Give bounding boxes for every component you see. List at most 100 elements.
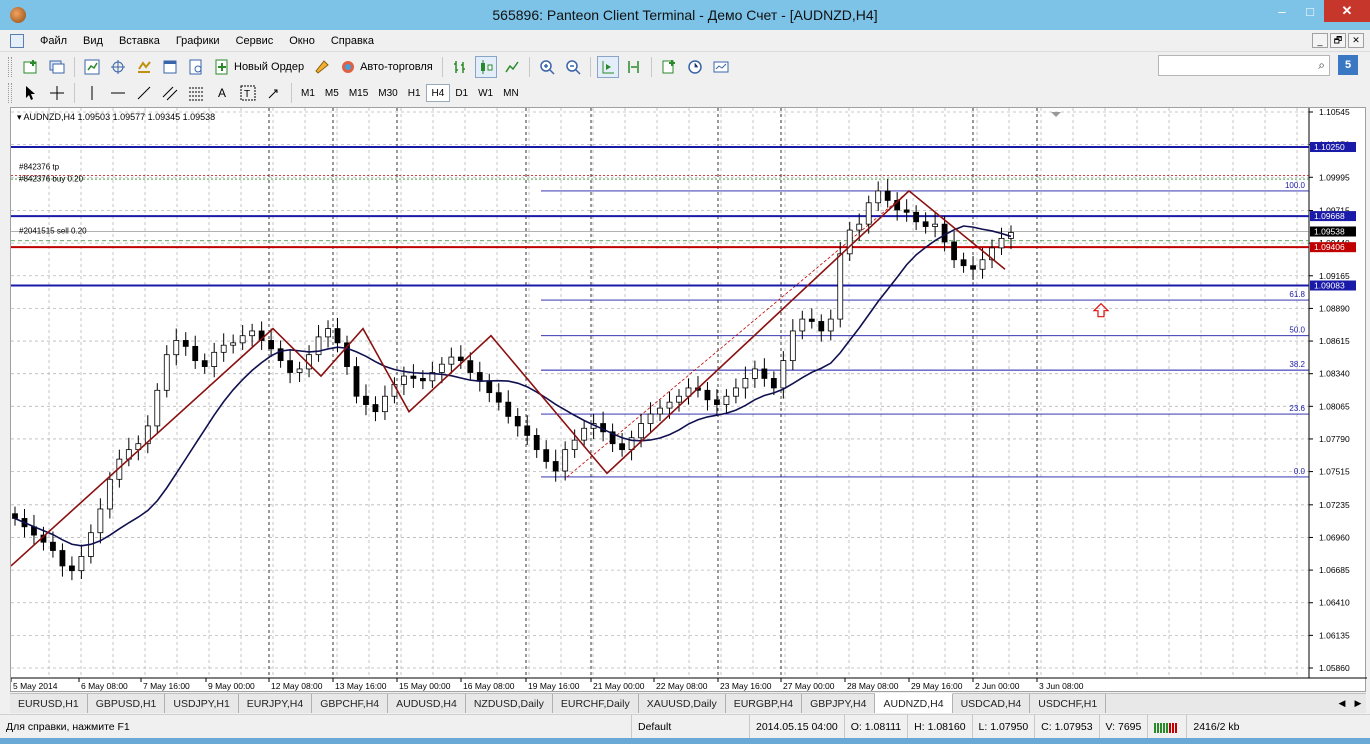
maximize-button[interactable]: □ [1296, 0, 1324, 22]
chart-window[interactable]: 1.105451.102701.099951.097151.094401.091… [10, 107, 1367, 693]
toolbar-grip[interactable] [8, 56, 12, 77]
menu-file[interactable]: Файл [32, 35, 75, 47]
chart-shift-icon[interactable] [623, 56, 645, 78]
search-icon[interactable]: ⌕ [1318, 58, 1325, 73]
minimize-button[interactable]: – [1268, 0, 1296, 22]
strategy-tester-icon[interactable] [185, 56, 207, 78]
new-order-button[interactable]: Новый Ордер [211, 56, 307, 78]
bar-chart-icon[interactable] [449, 56, 471, 78]
close-button[interactable]: ✕ [1324, 0, 1370, 22]
text-icon[interactable]: A [211, 82, 233, 104]
terminal-icon[interactable] [159, 56, 181, 78]
candle-body [818, 321, 825, 332]
tab-audnzd-h4[interactable]: AUDNZD,H4 [875, 693, 953, 713]
profiles-icon[interactable] [46, 56, 68, 78]
community-button[interactable]: 5 [1338, 55, 1358, 75]
tab-gbpchf-h4[interactable]: GBPCHF,H4 [312, 694, 389, 713]
arrows-icon[interactable] [263, 82, 285, 104]
level-tag-label: 1.10250 [1314, 142, 1345, 152]
timeframe-h1[interactable]: H1 [403, 84, 426, 102]
trendline-icon[interactable] [133, 82, 155, 104]
timeframe-h4[interactable]: H4 [425, 84, 451, 102]
candle-body [173, 340, 180, 356]
market-watch-icon[interactable] [81, 56, 103, 78]
fibonacci-icon[interactable] [185, 82, 207, 104]
periods-icon[interactable] [684, 56, 706, 78]
time-tick-label: 28 May 08:00 [847, 681, 899, 691]
tab-usdchf-h1[interactable]: USDCHF,H1 [1030, 694, 1107, 713]
mdi-minimize-button[interactable]: _ [1312, 33, 1328, 48]
candle-body [751, 368, 758, 379]
crosshair-nav-icon[interactable] [107, 56, 129, 78]
navigator-icon[interactable] [133, 56, 155, 78]
time-tick-label: 7 May 16:00 [143, 681, 190, 691]
vertical-line-icon[interactable] [81, 82, 103, 104]
timeframe-m30[interactable]: M30 [373, 84, 402, 102]
zoom-out-icon[interactable] [562, 56, 584, 78]
new-chart-icon[interactable] [20, 56, 42, 78]
menu-insert[interactable]: Вставка [111, 35, 168, 47]
auto-trading-button[interactable]: Авто-торговля [337, 56, 436, 78]
tab-gbpusd-h1[interactable]: GBPUSD,H1 [88, 694, 166, 713]
tab-nzdusd-daily[interactable]: NZDUSD,Daily [466, 694, 553, 713]
tab-eurjpy-h4[interactable]: EURJPY,H4 [239, 694, 313, 713]
tab-gbpjpy-h4[interactable]: GBPJPY,H4 [802, 694, 876, 713]
candle-body [676, 395, 682, 403]
candle-body [619, 443, 625, 451]
price-tick-label: 1.07235 [1319, 500, 1350, 510]
tab-xauusd-daily[interactable]: XAUUSD,Daily [639, 694, 726, 713]
mdi-restore-button[interactable]: 🗗 [1330, 33, 1346, 48]
menu-charts[interactable]: Графики [168, 35, 228, 47]
candle-body [296, 368, 303, 373]
tab-eurchf-daily[interactable]: EURCHF,Daily [553, 694, 639, 713]
status-high: H: 1.08160 [908, 715, 973, 738]
metaeditor-icon[interactable] [311, 56, 333, 78]
candle-body [363, 395, 369, 405]
timeframe-w1[interactable]: W1 [473, 84, 498, 102]
price-tick-label: 1.09165 [1319, 271, 1350, 281]
menu-window[interactable]: Окно [281, 35, 323, 47]
crosshair-icon[interactable] [46, 82, 68, 104]
timeframe-mn[interactable]: MN [498, 84, 524, 102]
mdi-close-button[interactable]: ✕ [1348, 33, 1364, 48]
tab-usdcad-h4[interactable]: USDCAD,H4 [953, 694, 1031, 713]
candle-body [884, 190, 891, 201]
tab-eurusd-h1[interactable]: EURUSD,H1 [10, 694, 88, 713]
candlestick-icon[interactable] [474, 55, 497, 78]
candle-body [941, 223, 948, 243]
line-chart-icon[interactable] [501, 56, 523, 78]
menu-tools[interactable]: Сервис [228, 35, 282, 47]
objects-toolbar: A T M1 M5 M15 M30 H1 H4 D1 W1 MN [0, 80, 1370, 106]
timeframe-m15[interactable]: M15 [344, 84, 373, 102]
timeframe-d1[interactable]: D1 [450, 84, 473, 102]
candle-body [960, 259, 967, 267]
tab-eurgbp-h4[interactable]: EURGBP,H4 [726, 694, 803, 713]
autoscroll-icon[interactable] [596, 55, 619, 78]
templates-icon[interactable] [710, 56, 732, 78]
indicators-icon[interactable] [658, 56, 680, 78]
cursor-icon[interactable] [20, 82, 42, 104]
horizontal-line-icon[interactable] [107, 82, 129, 104]
candle-body [733, 387, 739, 397]
menu-view[interactable]: Вид [75, 35, 111, 47]
document-icon[interactable] [10, 33, 24, 48]
candle-body [201, 360, 208, 367]
candle-body [922, 221, 929, 227]
timeframe-m5[interactable]: M5 [320, 84, 344, 102]
toolbar-grip-2[interactable] [8, 83, 12, 103]
candle-body [419, 378, 426, 382]
search-input[interactable]: ⌕ [1158, 55, 1330, 76]
price-chart[interactable]: 1.105451.102701.099951.097151.094401.091… [11, 108, 1367, 693]
zoom-in-icon[interactable] [536, 56, 558, 78]
tab-scroll-right-icon[interactable]: ▶ [1350, 694, 1366, 713]
price-tick-label: 1.06135 [1319, 630, 1350, 640]
tab-usdjpy-h1[interactable]: USDJPY,H1 [165, 694, 239, 713]
timeframe-m1[interactable]: M1 [296, 84, 320, 102]
price-tick-label: 1.07515 [1319, 467, 1350, 477]
text-label-icon[interactable]: T [237, 82, 259, 104]
menu-help[interactable]: Справка [323, 35, 382, 47]
channel-icon[interactable] [159, 82, 181, 104]
tab-audusd-h4[interactable]: AUDUSD,H4 [388, 694, 466, 713]
tab-scroll-left-icon[interactable]: ◀ [1334, 694, 1350, 713]
buy-order-label: #842376 buy 0.20 [19, 174, 84, 183]
